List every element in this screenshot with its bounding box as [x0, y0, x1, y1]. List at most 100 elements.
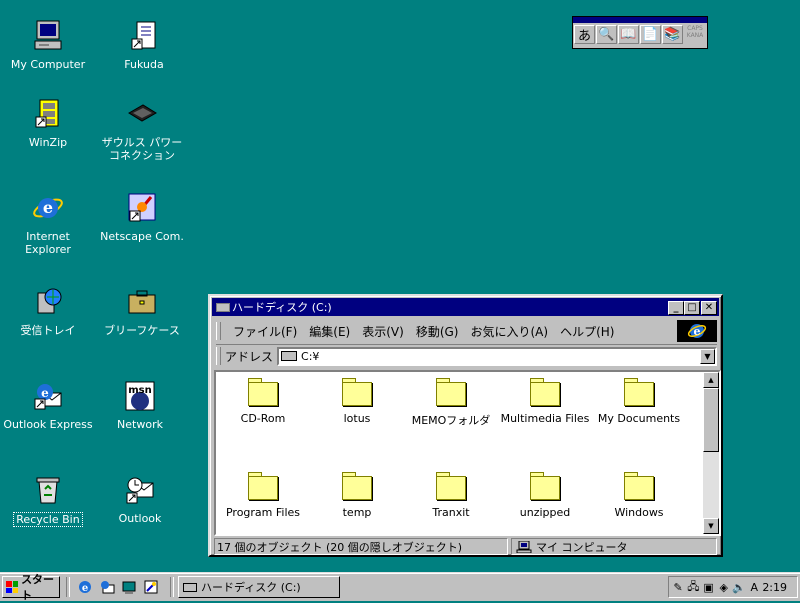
taskbar-window-label: ハードディスク (C:) [201, 581, 301, 594]
ime-search-icon[interactable]: 🔍 [596, 25, 617, 44]
menu-file[interactable]: ファイル(F) [227, 323, 303, 340]
caps-indicator: CAPS [687, 25, 703, 32]
scheduler-tray-icon[interactable]: ◈ [717, 579, 731, 595]
desktop-icon-my-computer[interactable]: My Computer [0, 16, 96, 71]
desktop-icon-label: Outlook Express [3, 418, 93, 431]
explorer-window: ハードディスク (C:) _ □ ✕ ファイル(F) 編集(E) 表示(V) 移… [208, 294, 723, 557]
close-button[interactable]: ✕ [701, 301, 717, 315]
recycle-bin-icon [28, 470, 68, 510]
network-tray-icon[interactable]: 🖧 [686, 579, 700, 595]
folder-icon [247, 376, 279, 408]
folder-icon [435, 376, 467, 408]
menu-view[interactable]: 表示(V) [356, 323, 410, 340]
address-label: アドレス [225, 349, 274, 364]
svg-text:e: e [41, 386, 49, 400]
ime-pad-icon[interactable]: 📄 [640, 25, 661, 44]
quicklaunch-outlook-express-icon[interactable] [98, 578, 116, 596]
netscape-icon [122, 188, 162, 228]
maximize-button[interactable]: □ [684, 301, 700, 315]
folder-label: Multimedia Files [500, 412, 590, 425]
drive-icon[interactable] [216, 303, 230, 312]
monitor-tray-icon[interactable]: ▣ [701, 579, 715, 595]
toolbar-grip[interactable] [216, 347, 221, 365]
start-button[interactable]: スタート [2, 573, 60, 602]
desktop-icon-outlook[interactable]: Outlook [92, 470, 188, 525]
address-dropdown-button[interactable]: ▼ [700, 348, 715, 364]
folder-label: Tranxit [432, 506, 470, 519]
folder-label: temp [342, 506, 372, 519]
folder-item[interactable]: lotus [310, 376, 404, 425]
kana-indicator: KANA [686, 32, 704, 39]
desktop-icon-label: 受信トレイ [20, 324, 76, 337]
clock[interactable]: 2:19 [762, 581, 787, 594]
desktop-icon-recycle-bin[interactable]: Recycle Bin [0, 470, 96, 527]
folder-item[interactable]: MEMOフォルダ [404, 376, 498, 428]
scroll-up-button[interactable]: ▲ [703, 372, 719, 388]
desktop-icon-fukuda[interactable]: Fukuda [96, 16, 192, 71]
folder-label: Program Files [225, 506, 301, 519]
status-object-count: 17 個のオブジェクト (20 個の隠しオブジェクト) [214, 538, 508, 555]
folder-item[interactable]: unzipped [498, 470, 592, 519]
desktop-icon-internet-explorer[interactable]: e Internet Explorer [0, 188, 96, 256]
desktop-icon-zaurus[interactable]: ザウルス パワー コネクション [94, 94, 190, 162]
quicklaunch-ie-icon[interactable]: e [76, 578, 94, 596]
folder-item[interactable]: Program Files [216, 470, 310, 519]
minimize-button[interactable]: _ [668, 301, 684, 315]
scroll-down-button[interactable]: ▼ [703, 518, 719, 534]
folder-label: MEMOフォルダ [411, 414, 491, 427]
ime-dictionary-icon[interactable]: 📖 [618, 25, 639, 44]
desktop-icon-network[interactable]: msn Network [92, 376, 188, 431]
outlook-icon [120, 470, 160, 510]
window-title: ハードディスク (C:) [232, 301, 332, 314]
menu-go[interactable]: 移動(G) [410, 323, 465, 340]
desktop-icon-label: Network [117, 418, 163, 431]
desktop-icon-label: Netscape Com. [100, 230, 184, 243]
scroll-thumb[interactable] [703, 388, 719, 452]
menu-edit[interactable]: 編集(E) [303, 323, 356, 340]
folder-item[interactable]: temp [310, 470, 404, 519]
taskbar-window-button[interactable]: ハードディスク (C:) [178, 576, 340, 598]
address-field[interactable]: C:¥ ▼ [277, 346, 717, 366]
desktop-icon-winzip[interactable]: WinZip [0, 94, 96, 149]
folder-icon [435, 470, 467, 502]
desktop-icon-inbox[interactable]: 受信トレイ [0, 282, 96, 337]
vertical-scrollbar[interactable]: ▲ ▼ [703, 372, 719, 534]
folder-item[interactable]: Windows [592, 470, 686, 519]
desktop-icon-label: Fukuda [124, 58, 164, 71]
quicklaunch-channels-icon[interactable] [142, 578, 160, 596]
ime-toolbar: あ 🔍 📖 📄 📚 CAPS KANA [572, 16, 708, 49]
toolbar-grip[interactable] [216, 322, 221, 340]
ime-tools-icon[interactable]: 📚 [662, 25, 683, 44]
msn-icon: msn [120, 376, 160, 416]
ie-throbber-icon: e [677, 320, 717, 342]
drive-icon [183, 582, 197, 592]
folder-item[interactable]: Tranxit [404, 470, 498, 519]
folder-item[interactable]: CD-Rom [216, 376, 310, 425]
drive-icon [281, 351, 298, 361]
quicklaunch-show-desktop-icon[interactable] [120, 578, 138, 596]
folder-label: My Documents [597, 412, 681, 425]
folder-item[interactable]: My Documents [592, 376, 686, 425]
menu-favorites[interactable]: お気に入り(A) [464, 323, 554, 340]
desktop-icon-briefcase[interactable]: ブリーフケース [94, 282, 190, 337]
inbox-icon [28, 282, 68, 322]
folder-item[interactable]: Multimedia Files [498, 376, 592, 425]
briefcase-icon [122, 282, 162, 322]
desktop-icon-outlook-express[interactable]: e Outlook Express [0, 376, 96, 431]
pen-tray-icon[interactable]: ✎ [671, 579, 685, 595]
status-location-label: マイ コンピュータ [536, 540, 628, 554]
folder-icon [529, 470, 561, 502]
desktop-icon-netscape[interactable]: Netscape Com. [94, 188, 190, 243]
folder-icon [623, 470, 655, 502]
document-shortcut-icon [124, 16, 164, 56]
ime-mode-button[interactable]: あ [574, 25, 595, 44]
title-bar[interactable]: ハードディスク (C:) _ □ ✕ [212, 298, 719, 316]
speaker-tray-icon[interactable]: 🔈 [732, 579, 746, 595]
taskbar-separator [66, 577, 70, 597]
menu-help[interactable]: ヘルプ(H) [554, 323, 620, 340]
folder-label: lotus [343, 412, 371, 425]
svg-text:e: e [43, 198, 53, 217]
address-value: C:¥ [301, 349, 320, 363]
taskbar: スタート e ハードディスク (C:) ✎ 🖧 ▣ ◈ 🔈 A 2:19 [0, 572, 800, 602]
ime-tray-icon[interactable]: A [747, 579, 761, 595]
